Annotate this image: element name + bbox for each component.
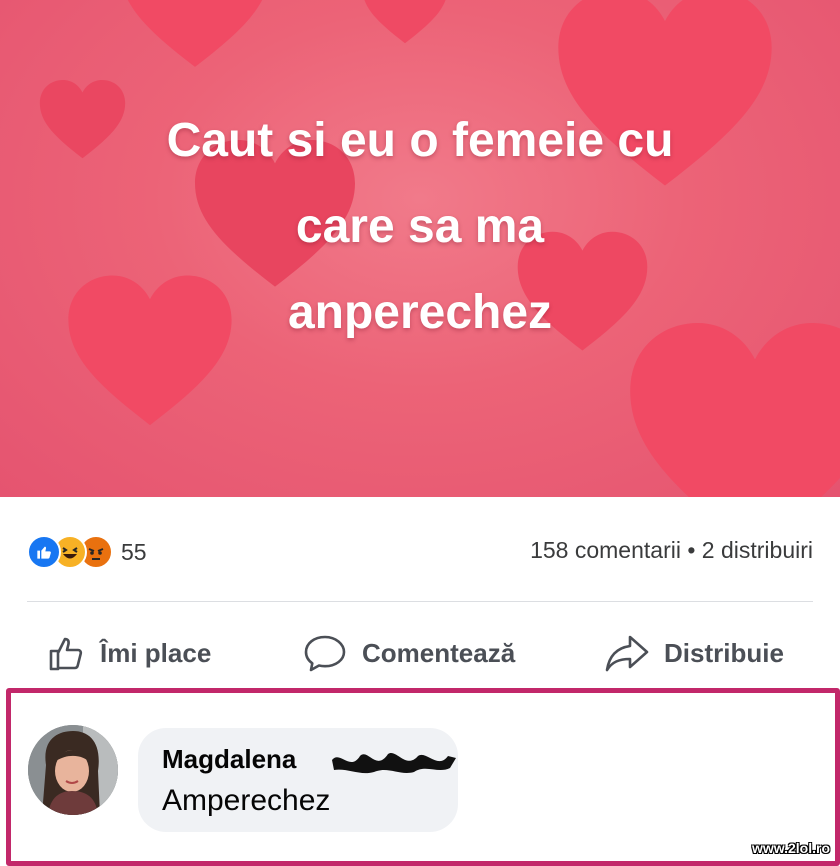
post-text-line: anperechez [287,286,553,339]
avatar-photo [28,725,118,815]
share-button[interactable]: Distribuie [604,620,784,686]
divider [27,601,813,602]
reaction-count: 55 [121,538,147,565]
comment-bubble[interactable]: Magdalena Amperechez [138,728,458,832]
redaction-scribble [332,752,456,774]
reactions-summary[interactable]: 55 [27,535,147,569]
post-text-line: Caut si eu o femeie cu [166,114,674,167]
share-label: Distribuie [664,637,784,668]
comment-label: Comentează [362,637,516,668]
post-image: Caut si eu o femeie cu care sa ma anpere… [0,0,840,497]
comments-shares-count[interactable]: 158 comentarii • 2 distribuiri [530,537,813,564]
comment-button[interactable]: Comentează [302,620,515,686]
avatar[interactable] [28,725,118,815]
post-text-line: care sa ma [295,200,545,253]
post-actions: Îmi place Comentează Distribuie [0,620,840,686]
thumbs-up-icon [49,637,83,671]
like-icon [27,535,61,569]
like-button[interactable]: Îmi place [46,620,211,686]
comment-icon [304,635,346,672]
like-label: Îmi place [100,637,212,668]
comment-author[interactable]: Magdalena [162,744,296,775]
post-text: Caut si eu o femeie cu care sa ma anpere… [40,98,800,356]
watermark: www.2lol.ro [751,840,830,856]
share-icon [605,635,649,672]
heart-decoration [364,0,446,44]
comment-text: Amperechez [162,784,331,817]
heart-decoration [127,0,263,67]
